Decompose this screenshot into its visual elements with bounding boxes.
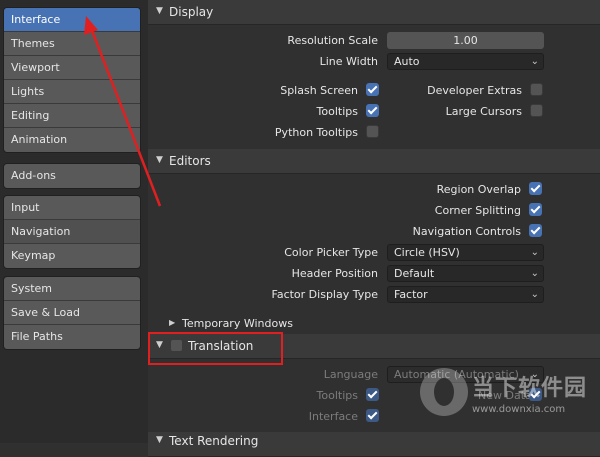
chevron-down-icon: ⌄: [530, 289, 539, 300]
sidebar-item-system[interactable]: System: [4, 277, 140, 301]
region-overlap-checkbox[interactable]: [529, 182, 542, 195]
sidebar-item-add-ons[interactable]: Add-ons: [4, 164, 140, 188]
watermark-title: 当下软件园: [472, 376, 588, 401]
sidebar-item-viewport[interactable]: Viewport: [4, 56, 140, 80]
color-picker-type-value: Circle (HSV): [394, 246, 460, 259]
preferences-sidebar: Interface Themes Viewport Lights Editing…: [0, 0, 149, 443]
watermark: 当下软件园 www.downxia.com: [420, 366, 600, 436]
translation-interface-label: Interface: [308, 410, 358, 423]
factor-display-type-value: Factor: [394, 288, 428, 301]
temporary-windows-subpanel[interactable]: ▶ Temporary Windows: [148, 315, 600, 333]
line-width-value: Auto: [394, 55, 420, 68]
sidebar-item-editing[interactable]: Editing: [4, 104, 140, 128]
sidebar-item-keymap[interactable]: Keymap: [4, 244, 140, 268]
temporary-windows-label: Temporary Windows: [182, 317, 293, 330]
header-position-label: Header Position: [291, 267, 378, 280]
header-position-value: Default: [394, 267, 435, 280]
line-width-label: Line Width: [319, 55, 378, 68]
sidebar-group-2: Add-ons: [3, 163, 141, 189]
sidebar-group-4: System Save & Load File Paths: [3, 276, 141, 350]
region-overlap-label: Region Overlap: [436, 183, 521, 196]
watermark-logo-icon: [420, 368, 468, 416]
translation-tooltips-label: Tooltips: [316, 389, 358, 402]
sidebar-group-3: Input Navigation Keymap: [3, 195, 141, 269]
factor-display-type-dropdown[interactable]: Factor ⌄: [387, 286, 544, 303]
display-panel-title: Display: [169, 5, 214, 19]
developer-extras-checkbox[interactable]: [530, 83, 543, 96]
chevron-down-icon: ⌄: [530, 247, 539, 258]
splash-screen-checkbox[interactable]: [366, 83, 379, 96]
collapse-triangle-icon: ▼: [156, 6, 163, 16]
navigation-controls-label: Navigation Controls: [412, 225, 521, 238]
factor-display-type-label: Factor Display Type: [271, 288, 378, 301]
resolution-scale-field[interactable]: 1.00: [387, 32, 544, 49]
text-rendering-panel-title: Text Rendering: [169, 434, 259, 448]
splash-screen-label: Splash Screen: [280, 84, 358, 97]
chevron-down-icon: ⌄: [530, 268, 539, 279]
sidebar-item-animation[interactable]: Animation: [4, 128, 140, 152]
developer-extras-label: Developer Extras: [427, 84, 522, 97]
watermark-url: www.downxia.com: [472, 404, 566, 415]
annotation-highlight-box: [148, 332, 283, 365]
color-picker-type-label: Color Picker Type: [284, 246, 378, 259]
color-picker-type-dropdown[interactable]: Circle (HSV) ⌄: [387, 244, 544, 261]
sidebar-item-interface[interactable]: Interface: [4, 8, 140, 32]
large-cursors-label: Large Cursors: [445, 105, 522, 118]
line-width-dropdown[interactable]: Auto ⌄: [387, 53, 544, 70]
expand-triangle-icon: ▶: [169, 318, 176, 327]
translation-tooltips-checkbox[interactable]: [366, 388, 379, 401]
tooltips-checkbox[interactable]: [366, 104, 379, 117]
python-tooltips-checkbox[interactable]: [366, 125, 379, 138]
collapse-triangle-icon: ▼: [156, 435, 163, 445]
editors-panel-header[interactable]: ▼ Editors: [148, 149, 600, 174]
sidebar-group-1: Interface Themes Viewport Lights Editing…: [3, 7, 141, 153]
resolution-scale-label: Resolution Scale: [287, 34, 378, 47]
tooltips-label: Tooltips: [316, 105, 358, 118]
editors-panel-title: Editors: [169, 154, 211, 168]
chevron-down-icon: ⌄: [530, 56, 539, 67]
corner-splitting-checkbox[interactable]: [529, 203, 542, 216]
sidebar-item-themes[interactable]: Themes: [4, 32, 140, 56]
sidebar-item-navigation[interactable]: Navigation: [4, 220, 140, 244]
sidebar-item-save-load[interactable]: Save & Load: [4, 301, 140, 325]
sidebar-item-lights[interactable]: Lights: [4, 80, 140, 104]
large-cursors-checkbox[interactable]: [530, 104, 543, 117]
language-label: Language: [323, 368, 378, 381]
display-panel-header[interactable]: ▼ Display: [148, 0, 600, 25]
header-position-dropdown[interactable]: Default ⌄: [387, 265, 544, 282]
python-tooltips-label: Python Tooltips: [274, 126, 358, 139]
sidebar-item-input[interactable]: Input: [4, 196, 140, 220]
collapse-triangle-icon: ▼: [156, 155, 163, 165]
translation-interface-checkbox[interactable]: [366, 409, 379, 422]
navigation-controls-checkbox[interactable]: [529, 224, 542, 237]
sidebar-item-file-paths[interactable]: File Paths: [4, 325, 140, 349]
corner-splitting-label: Corner Splitting: [434, 204, 521, 217]
